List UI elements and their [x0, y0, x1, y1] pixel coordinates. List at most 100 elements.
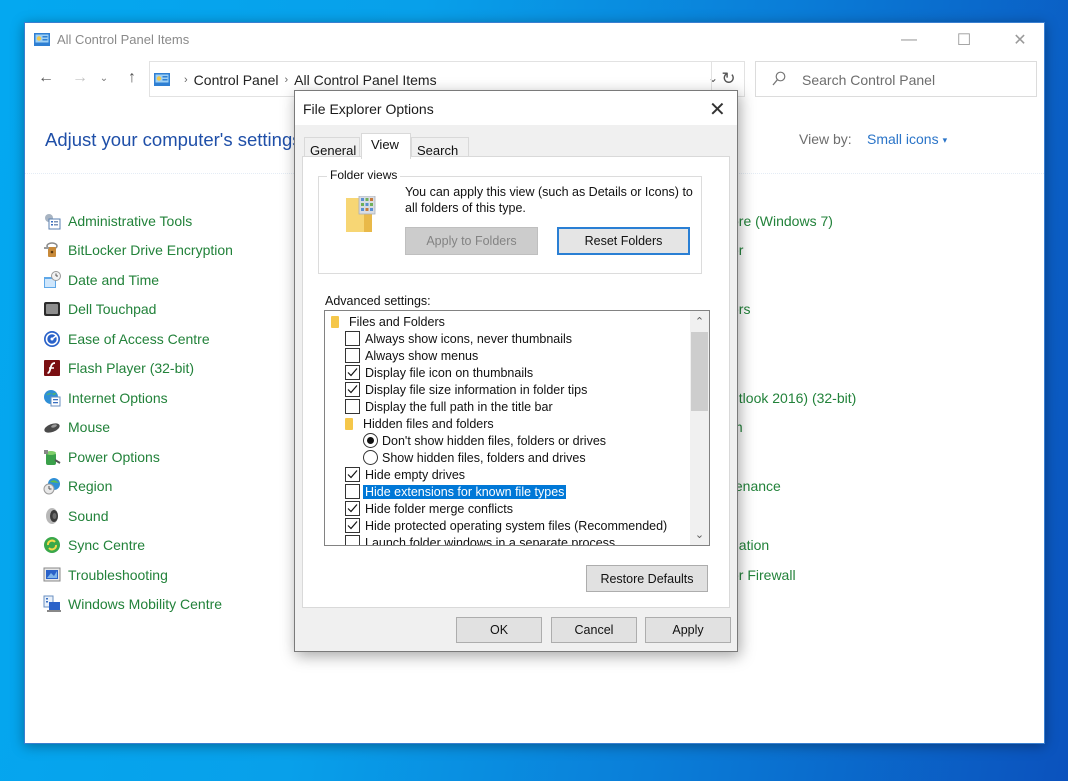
region-icon: [43, 477, 61, 495]
dialog-title-bar[interactable]: File Explorer Options ✕: [295, 91, 737, 125]
checkbox-unchecked[interactable]: [345, 331, 360, 346]
mouse-icon: [43, 418, 61, 436]
control-panel-item-label: Sound: [68, 507, 109, 524]
control-panel-item-label: Power Options: [68, 448, 160, 465]
control-panel-item-label: ore (Windows 7): [731, 212, 833, 229]
search-input[interactable]: Search Control Panel: [755, 61, 1037, 97]
view-by-dropdown[interactable]: Small icons ▾: [867, 131, 947, 147]
control-panel-item-label: Administrative Tools: [68, 212, 193, 229]
scrollbar[interactable]: ⌃ ⌄: [690, 311, 709, 545]
control-panel-item[interactable]: Mouse: [43, 413, 233, 443]
restore-defaults-button[interactable]: Restore Defaults: [586, 565, 708, 592]
reset-folders-button[interactable]: Reset Folders: [557, 227, 690, 255]
control-panel-item: [731, 501, 856, 531]
settings-checkbox-option[interactable]: Hide folder merge conflicts: [325, 500, 687, 517]
date-time-icon: [43, 270, 61, 289]
settings-checkbox-option[interactable]: Launch folder windows in a separate proc…: [325, 534, 687, 546]
cancel-button[interactable]: Cancel: [551, 617, 637, 643]
control-panel-item[interactable]: Internet Options: [43, 383, 233, 413]
checkbox-unchecked[interactable]: [345, 535, 360, 545]
breadcrumb-control-panel[interactable]: Control Panel: [194, 72, 279, 88]
forward-button[interactable]: →: [69, 69, 91, 87]
settings-checkbox-option[interactable]: Always show menus: [325, 347, 687, 364]
control-panel-icon: [154, 73, 170, 86]
radio-selected[interactable]: [363, 433, 378, 448]
control-panel-item-label: Sync Centre: [68, 537, 146, 554]
up-button[interactable]: ↑: [121, 69, 143, 87]
control-panel-item[interactable]: er: [731, 236, 856, 266]
apply-button[interactable]: Apply: [645, 617, 731, 643]
maximize-button[interactable]: ☐: [942, 27, 986, 53]
control-panel-item[interactable]: BitLocker Drive Encryption: [43, 236, 233, 266]
control-panel-item[interactable]: gation: [731, 531, 856, 561]
breadcrumb-separator[interactable]: ›: [184, 74, 188, 86]
breadcrumb-separator[interactable]: ›: [285, 74, 289, 86]
checkbox-checked[interactable]: [345, 467, 360, 482]
admin-tools-icon: [43, 212, 61, 230]
control-panel-item[interactable]: ore (Windows 7): [731, 206, 856, 236]
settings-group[interactable]: Hidden files and folders: [325, 415, 687, 432]
checkbox-checked[interactable]: [345, 518, 360, 533]
settings-checkbox-option[interactable]: Always show icons, never thumbnails: [325, 330, 687, 347]
ok-button[interactable]: OK: [456, 617, 542, 643]
control-panel-item[interactable]: Flash Player (32-bit): [43, 354, 233, 384]
advanced-settings-list[interactable]: Files and Folders Always show icons, neve…: [324, 310, 710, 546]
breadcrumb-all-items[interactable]: All Control Panel Items: [294, 72, 436, 88]
tab-search[interactable]: Search: [411, 137, 469, 158]
control-panel-item[interactable]: Region: [43, 472, 233, 502]
checkbox-checked[interactable]: [345, 382, 360, 397]
dialog-title: File Explorer Options: [303, 101, 434, 117]
minimize-button[interactable]: —: [887, 27, 931, 53]
settings-checkbox-option[interactable]: Display file size information in folder …: [325, 381, 687, 398]
dialog-close-button[interactable]: ✕: [709, 97, 726, 122]
control-panel-item[interactable]: Sound: [43, 501, 233, 531]
close-button[interactable]: ✕: [998, 27, 1042, 53]
settings-option-label: Launch folder windows in a separate proc…: [365, 535, 616, 546]
apply-to-folders-button[interactable]: Apply to Folders: [405, 227, 538, 255]
title-bar[interactable]: All Control Panel Items — ☐ ✕: [25, 23, 1044, 57]
settings-checkbox-option[interactable]: Hide protected operating system files (R…: [325, 517, 687, 534]
control-panel-item[interactable]: m: [731, 413, 856, 443]
control-panel-item-label: BitLocker Drive Encryption: [68, 242, 233, 259]
checkbox-unchecked[interactable]: [345, 348, 360, 363]
checkbox-unchecked[interactable]: [345, 399, 360, 414]
control-panel-item[interactable]: Power Options: [43, 442, 233, 472]
control-panel-item[interactable]: Administrative Tools: [43, 206, 233, 236]
control-panel-item[interactable]: Windows Mobility Centre: [43, 590, 233, 620]
control-panel-item[interactable]: ers: [731, 295, 856, 325]
folder-icon: [331, 315, 339, 328]
checkbox-checked[interactable]: [345, 365, 360, 380]
settings-radio-option[interactable]: Don't show hidden files, folders or driv…: [325, 432, 687, 449]
control-panel-item[interactable]: Troubleshooting: [43, 560, 233, 590]
settings-checkbox-option[interactable]: Display file icon on thumbnails: [325, 364, 687, 381]
recent-locations-button[interactable]: ⌄: [93, 73, 115, 84]
tab-view[interactable]: View: [361, 133, 411, 159]
advanced-settings-label: Advanced settings:: [325, 294, 431, 308]
settings-radio-option[interactable]: Show hidden files, folders and drives: [325, 449, 687, 466]
radio-unselected[interactable]: [363, 450, 378, 465]
control-panel-item: [731, 442, 856, 472]
scroll-thumb[interactable]: [691, 332, 708, 411]
settings-checkbox-option[interactable]: Hide empty drives: [325, 466, 687, 483]
control-panel-item[interactable]: Ease of Access Centre: [43, 324, 233, 354]
control-panel-item[interactable]: Date and Time: [43, 265, 233, 295]
settings-checkbox-option[interactable]: Hide extensions for known file types: [325, 483, 687, 500]
control-panel-item[interactable]: utlook 2016) (32-bit): [731, 383, 856, 413]
page-title: Adjust your computer's settings: [45, 129, 302, 150]
scroll-down-button[interactable]: ⌄: [690, 526, 709, 543]
control-panel-item[interactable]: Sync Centre: [43, 531, 233, 561]
control-panel-item[interactable]: Dell Touchpad: [43, 295, 233, 325]
control-panel-item[interactable]: er Firewall: [731, 560, 856, 590]
settings-checkbox-option[interactable]: Display the full path in the title bar: [325, 398, 687, 415]
control-panel-item-label: Internet Options: [68, 389, 168, 406]
tab-general[interactable]: General: [304, 137, 360, 158]
advanced-settings-rows: Files and Folders Always show icons, neve…: [325, 313, 687, 546]
scroll-up-button[interactable]: ⌃: [690, 313, 709, 330]
folder-icon: [345, 417, 353, 430]
settings-group[interactable]: Files and Folders: [325, 313, 687, 330]
control-panel-item-label: Region: [68, 478, 113, 495]
control-panel-item[interactable]: tenance: [731, 472, 856, 502]
checkbox-unchecked[interactable]: [345, 484, 360, 499]
checkbox-checked[interactable]: [345, 501, 360, 516]
back-button[interactable]: ←: [35, 69, 57, 87]
